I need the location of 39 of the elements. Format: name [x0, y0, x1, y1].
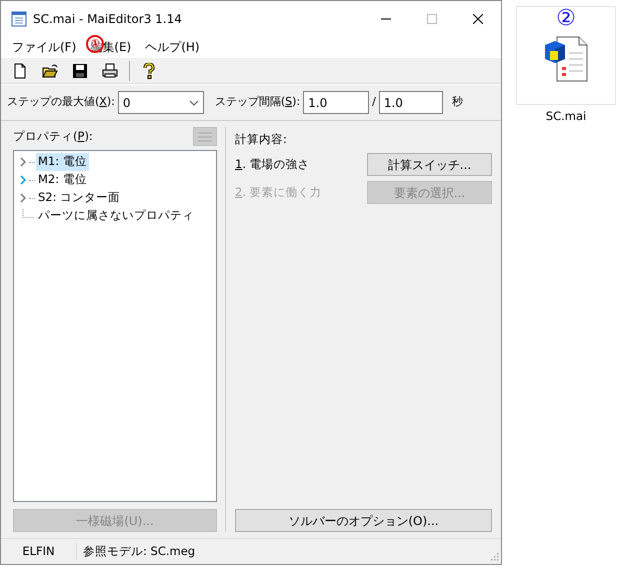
- window-icon: [11, 10, 27, 26]
- open-folder-icon[interactable]: [42, 62, 58, 78]
- help-icon[interactable]: [141, 62, 157, 78]
- tree-item[interactable]: パーツに属さないプロパティ: [36, 207, 196, 225]
- calc-button[interactable]: 計算スイッチ...: [367, 153, 492, 176]
- expand-chevron-icon[interactable]: [18, 175, 28, 185]
- solver-options-button[interactable]: ソルバーのオプション(O)...: [235, 509, 492, 532]
- menu-item[interactable]: ファイル(F): [5, 38, 84, 56]
- file-name: SC.mai: [546, 108, 586, 125]
- input-field[interactable]: 1.0: [303, 91, 370, 114]
- status-text: 参照モデル: SC.meg: [82, 542, 196, 560]
- panel-label: プロパティ(P):: [13, 128, 93, 145]
- save-icon[interactable]: [72, 62, 88, 78]
- tree-item[interactable]: S2: コンター面: [36, 189, 122, 207]
- caret-icon: [188, 100, 199, 106]
- resize-grip-icon: [489, 550, 499, 560]
- step-dropdown[interactable]: 0: [118, 91, 204, 114]
- annotation-marker: ②: [556, 7, 576, 31]
- status-text: ELFIN: [1, 542, 77, 560]
- unit-label: 秒: [452, 94, 463, 110]
- calc-item-text: 2. 要素に働く力: [235, 184, 322, 202]
- close-icon[interactable]: [473, 14, 483, 24]
- field-label: ステップの最大値(X):: [7, 94, 115, 110]
- tree-item[interactable]: M2: 電位: [36, 171, 89, 189]
- separator-slash: /: [372, 94, 376, 110]
- desktop-file-tile[interactable]: ②: [516, 6, 616, 105]
- printer-icon[interactable]: [102, 62, 118, 78]
- expand-chevron-icon[interactable]: [18, 193, 28, 203]
- field-label: ステップ間隔(S):: [214, 94, 300, 110]
- tree-connector-icon: [22, 208, 34, 218]
- menu-item[interactable]: ヘルプ(H): [138, 38, 207, 56]
- expand-chevron-icon[interactable]: [18, 157, 28, 167]
- tree-item[interactable]: M1: 電位: [36, 153, 89, 171]
- list-icon: [198, 132, 212, 142]
- calc-item-text: 1. 電場の強さ: [235, 156, 310, 174]
- section-label: 計算内容:: [235, 131, 288, 148]
- input-field[interactable]: 1.0: [378, 91, 443, 114]
- new-file-icon[interactable]: [12, 62, 28, 78]
- window-title: SC.mai - MaiEditor3 1.14: [33, 10, 183, 28]
